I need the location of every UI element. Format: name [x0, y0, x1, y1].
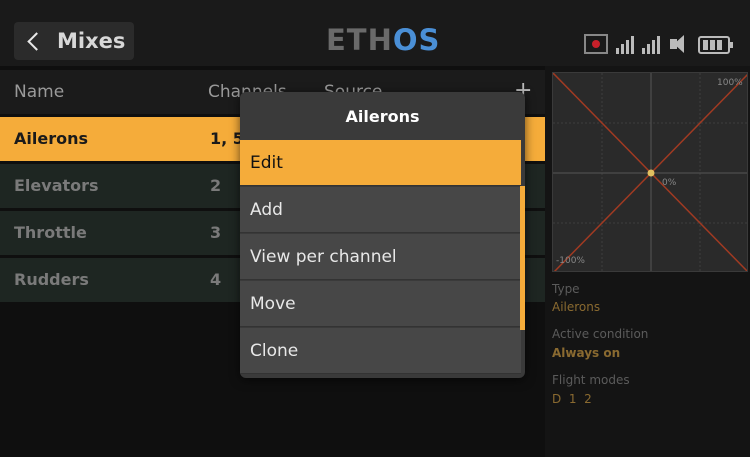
graph-label-max: 100%: [717, 78, 743, 88]
flight-modes-label: Flight modes: [552, 373, 630, 387]
mix-channels: 4: [210, 270, 222, 289]
menu-item-move[interactable]: Move: [240, 281, 521, 327]
menu-item-clone[interactable]: Clone: [240, 328, 521, 374]
active-condition-value: Always on: [552, 346, 621, 360]
mix-channels: 3: [210, 223, 222, 242]
mix-name: Elevators: [14, 176, 99, 195]
context-menu-title: Ailerons: [345, 106, 420, 126]
graph-label-center: 0%: [662, 178, 677, 188]
active-condition-label: Active condition: [552, 327, 649, 341]
speaker-icon: [668, 34, 690, 54]
curve-graph-svg: [553, 73, 747, 271]
menu-item-view-per-channel[interactable]: View per channel: [240, 234, 521, 280]
graph-label-min: -100%: [556, 256, 585, 266]
back-button[interactable]: Mixes: [14, 22, 134, 60]
menu-scrollbar[interactable]: [520, 186, 525, 330]
type-value: Ailerons: [552, 300, 601, 314]
curve-center-dot: [647, 169, 655, 177]
type-label: Type: [552, 282, 580, 296]
ethos-logo: ETHOS: [326, 23, 441, 57]
page-title: Mixes: [57, 29, 126, 53]
curve-graph: [552, 72, 748, 272]
battery-icon: [698, 36, 733, 54]
signal-900m-icon: [642, 36, 660, 54]
chevron-left-icon: [27, 31, 46, 51]
flight-modes-value: D 1 2: [552, 392, 592, 406]
menu-item-add[interactable]: Add: [240, 187, 521, 233]
context-menu: Ailerons Edit Add View per channel Move …: [240, 92, 525, 378]
record-icon: [584, 34, 608, 54]
status-icons: [584, 28, 733, 54]
mix-channels: 1, 5: [210, 129, 244, 148]
top-bar: Mixes ETHOS: [0, 0, 750, 66]
mix-name: Ailerons: [14, 129, 88, 148]
menu-item-edit[interactable]: Edit: [240, 140, 521, 186]
signal-2g4-icon: [616, 36, 634, 54]
mix-channels: 2: [210, 176, 222, 195]
column-header-name: Name: [14, 82, 65, 102]
mix-name: Throttle: [14, 223, 87, 242]
mix-name: Rudders: [14, 270, 89, 289]
